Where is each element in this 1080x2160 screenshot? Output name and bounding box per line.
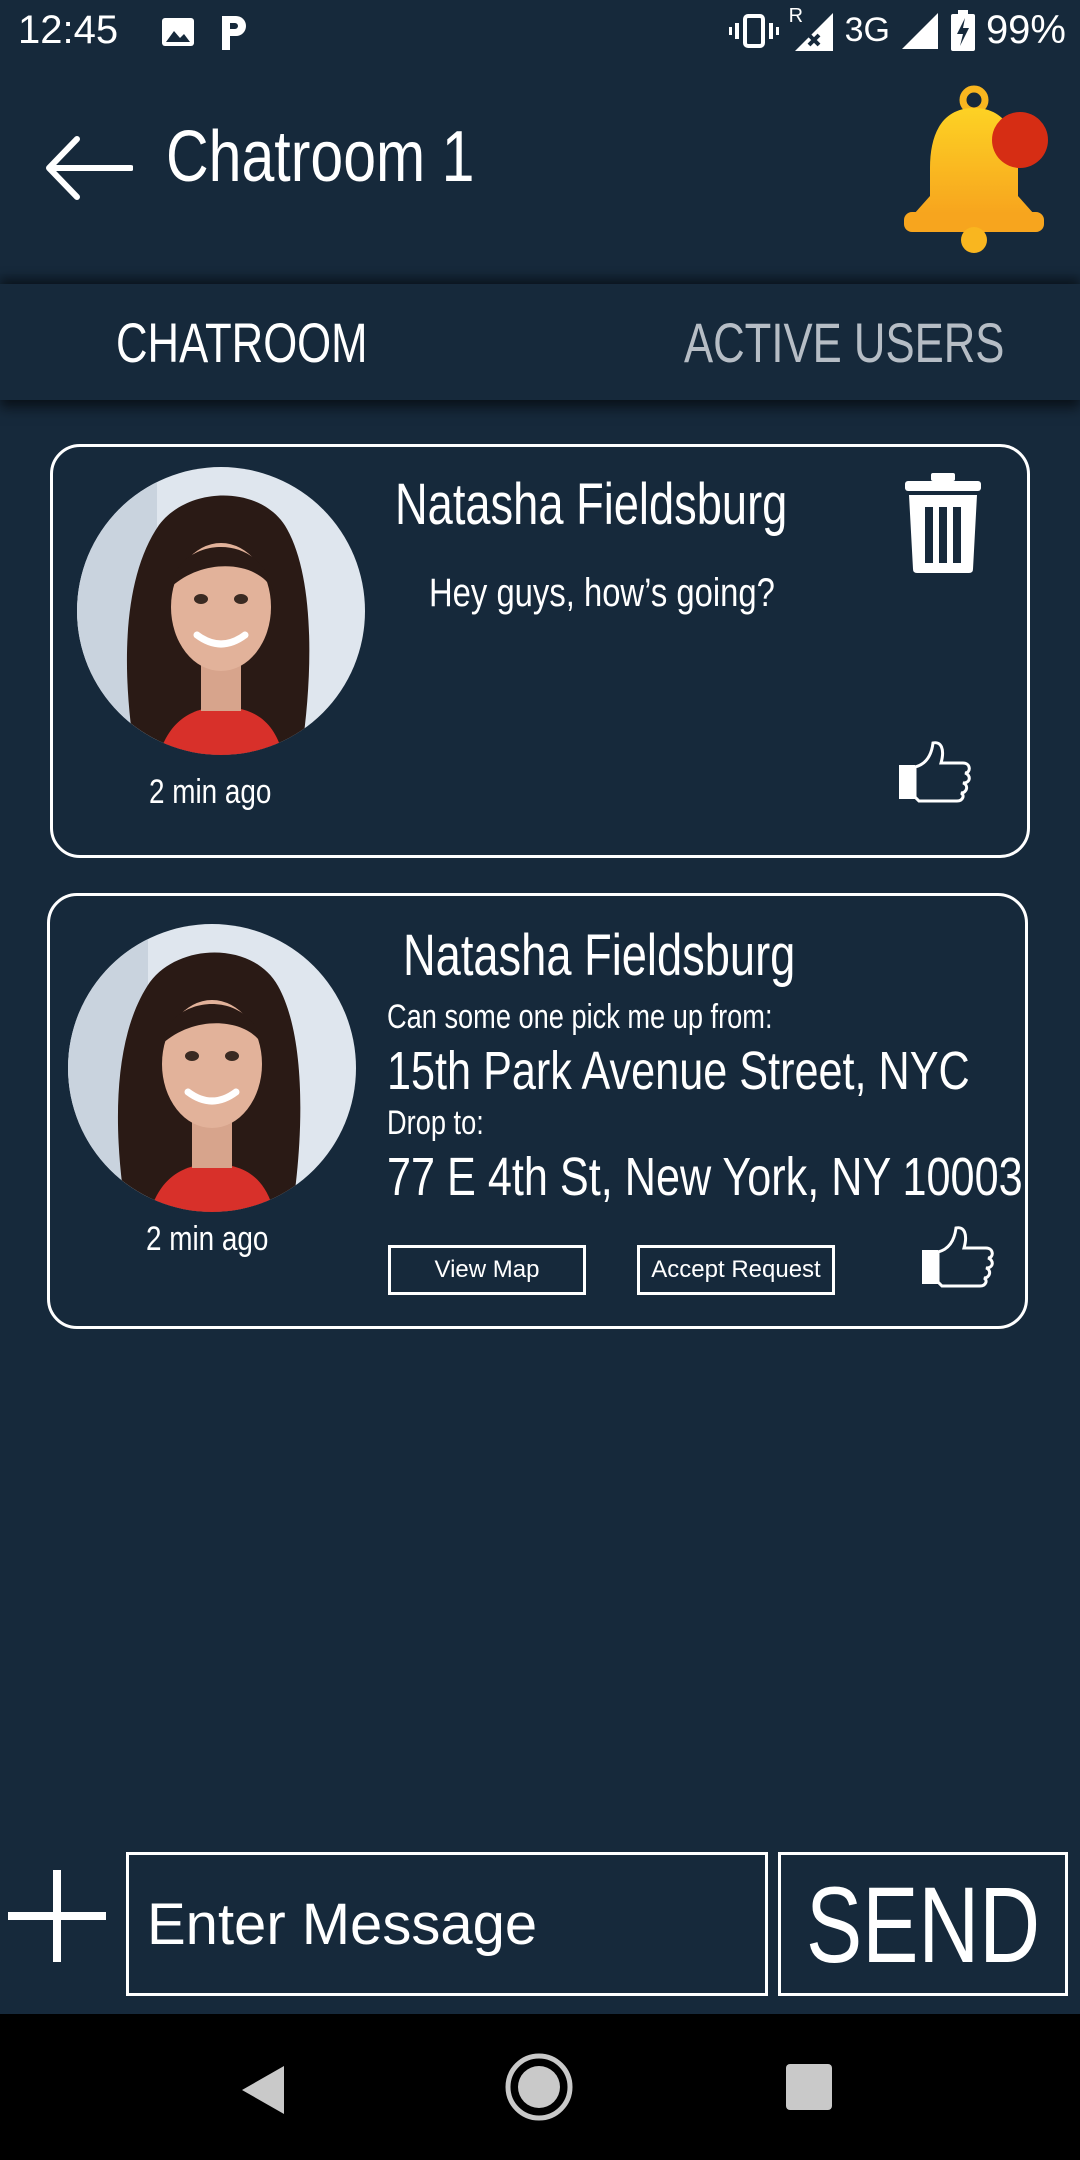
delete-button[interactable]	[905, 473, 981, 573]
thumbs-up-icon	[899, 741, 971, 803]
like-button[interactable]	[897, 739, 973, 805]
sender-name: Natasha Fieldsburg	[403, 923, 796, 988]
avatar-image	[68, 924, 356, 1212]
arrow-left-icon	[46, 136, 133, 200]
message-text: Hey guys, how’s going?	[429, 571, 775, 615]
message-card: 2 min ago Natasha Fieldsburg Hey guys, h…	[50, 444, 1030, 858]
plus-icon	[8, 1870, 106, 1962]
avatar[interactable]	[68, 924, 356, 1212]
sender-name: Natasha Fieldsburg	[395, 472, 788, 537]
image-notification-icon	[162, 18, 194, 46]
page-title: Chatroom 1	[166, 117, 475, 197]
bell-icon	[904, 85, 1048, 253]
like-button[interactable]	[920, 1224, 996, 1290]
send-label: SEND	[805, 1863, 1041, 1985]
message-input[interactable]	[129, 1855, 765, 1993]
attach-button[interactable]	[6, 1868, 108, 1964]
send-button[interactable]: SEND	[778, 1852, 1068, 1996]
nav-back-icon[interactable]	[240, 2064, 286, 2116]
status-bar: 12:45 R 3G 99%	[0, 0, 1080, 64]
trash-icon	[905, 473, 981, 573]
vibrate-icon	[728, 13, 779, 48]
time-ago: 2 min ago	[149, 773, 272, 811]
message-input-box	[126, 1852, 768, 1996]
battery-charging-icon	[950, 9, 975, 51]
status-time: 12:45	[18, 8, 119, 52]
app-bar: Chatroom 1	[0, 64, 1080, 284]
nav-home-icon[interactable]	[504, 2052, 574, 2122]
avatar-image	[77, 467, 365, 755]
signal-roaming-icon: R	[789, 5, 835, 53]
pickup-prompt: Can some one pick me up from:	[387, 998, 773, 1036]
signal-icon	[901, 12, 938, 49]
parking-notification-icon	[222, 16, 246, 50]
pickup-location: 15th Park Avenue Street, NYC	[387, 1041, 970, 1101]
drop-prompt: Drop to:	[387, 1104, 484, 1142]
battery-level: 99%	[985, 8, 1066, 52]
thumbs-up-icon	[922, 1226, 994, 1288]
back-button[interactable]	[40, 118, 136, 218]
drop-location: 77 E 4th St, New York, NY 10003	[387, 1147, 1023, 1207]
system-nav-bar	[0, 2014, 1080, 2160]
accept-request-button[interactable]: Accept Request	[637, 1245, 835, 1295]
nav-recent-apps-icon[interactable]	[786, 2064, 832, 2110]
tab-bar: CHATROOM ACTIVE USERS	[0, 284, 1080, 400]
view-map-button[interactable]: View Map	[388, 1245, 586, 1295]
notifications-button[interactable]	[890, 84, 1060, 254]
tab-active-users[interactable]: ACTIVE USERS	[684, 310, 1004, 375]
tab-chatroom[interactable]: CHATROOM	[116, 310, 368, 375]
ride-request-card: 2 min ago Natasha Fieldsburg Can some on…	[47, 893, 1028, 1329]
avatar[interactable]	[77, 467, 365, 755]
network-type: 3G	[844, 11, 890, 49]
time-ago: 2 min ago	[146, 1220, 269, 1258]
